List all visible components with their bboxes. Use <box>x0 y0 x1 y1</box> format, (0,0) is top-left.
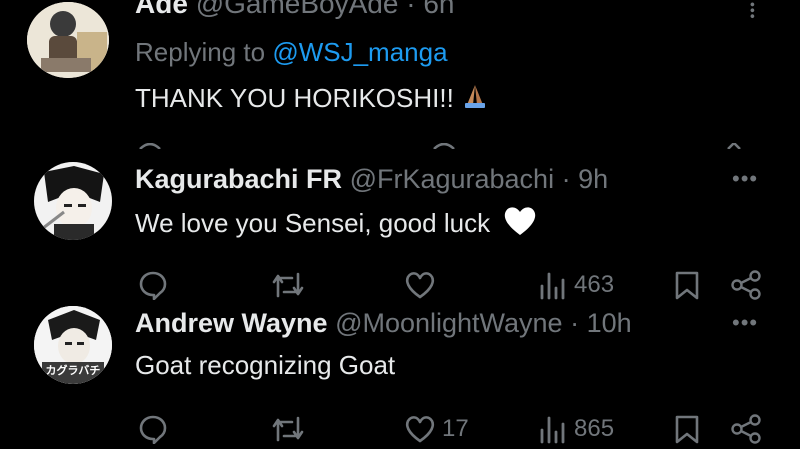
reply-button[interactable] <box>138 270 168 300</box>
like-button[interactable] <box>404 270 442 300</box>
separator: · <box>406 0 416 19</box>
share-button[interactable] <box>730 270 762 300</box>
folded-hands-icon <box>461 83 489 116</box>
avatar[interactable] <box>27 2 109 78</box>
bookmark-icon <box>675 271 699 300</box>
display-name[interactable]: Ade <box>135 0 188 19</box>
avatar[interactable] <box>34 162 112 240</box>
display-name[interactable]: Andrew Wayne <box>135 308 328 338</box>
heart-icon <box>405 416 435 443</box>
tweet-text: Goat recognizing Goat <box>135 350 396 380</box>
views-icon <box>540 416 565 444</box>
white-heart-icon <box>503 206 537 244</box>
share-icon <box>731 270 761 300</box>
like-count: 17 <box>442 415 469 442</box>
timestamp[interactable]: 6h <box>423 0 454 19</box>
heart-icon <box>405 272 435 299</box>
clipped-action-row <box>138 136 778 150</box>
share-button[interactable] <box>730 414 762 444</box>
retweet-button[interactable] <box>270 414 306 444</box>
avatar-caption: カグラバチ <box>45 364 101 377</box>
retweet-icon <box>272 272 304 298</box>
views-button[interactable]: 865 <box>538 414 614 444</box>
avatar-illustration <box>34 162 112 240</box>
handle[interactable]: @MoonlightWayne <box>335 308 563 338</box>
tweet-andrew-wayne[interactable]: カグラバチ Andrew Wayne @MoonlightWayne · 10h… <box>0 300 800 449</box>
more-options-icon[interactable]: ••• <box>732 310 758 336</box>
bookmark-button[interactable] <box>674 414 700 444</box>
timestamp[interactable]: 10h <box>587 308 632 338</box>
retweet-button[interactable] <box>270 270 306 300</box>
reply-button[interactable] <box>138 414 168 444</box>
more-options-icon[interactable]: ••• <box>732 166 758 192</box>
reply-icon <box>139 415 167 444</box>
separator: · <box>561 164 571 194</box>
tweet-ade[interactable]: Ade @GameBoyAde · 6h ••• Replying to @WS… <box>0 0 800 150</box>
like-button[interactable]: 17 <box>404 414 469 444</box>
share-icon <box>731 414 761 444</box>
bookmark-button[interactable] <box>674 270 700 300</box>
tweet-text: We love you Sensei, good luck <box>135 208 491 238</box>
bookmark-icon <box>675 415 699 444</box>
retweet-icon <box>272 416 304 442</box>
timestamp[interactable]: 9h <box>578 164 608 194</box>
views-icon <box>540 272 565 300</box>
avatar[interactable]: カグラバチ <box>34 306 112 384</box>
reply-mention-link[interactable]: @WSJ_manga <box>272 37 447 67</box>
replying-to-label: Replying to <box>135 37 266 67</box>
views-button[interactable]: 463 <box>538 270 614 300</box>
reply-icon <box>139 271 167 300</box>
handle[interactable]: @GameBoyAde <box>196 0 399 19</box>
view-count: 865 <box>574 415 615 442</box>
tweet-text: THANK YOU HORIKOSHI!! <box>135 83 454 113</box>
view-count: 463 <box>574 271 615 298</box>
display-name[interactable]: Kagurabachi FR <box>135 164 342 194</box>
avatar-illustration <box>27 2 109 78</box>
handle[interactable]: @FrKagurabachi <box>350 164 555 194</box>
more-options-icon[interactable]: ••• <box>745 2 761 20</box>
separator: · <box>570 308 580 338</box>
tweet-kagurabachi-fr[interactable]: Kagurabachi FR @FrKagurabachi · 9h ••• W… <box>0 144 800 300</box>
